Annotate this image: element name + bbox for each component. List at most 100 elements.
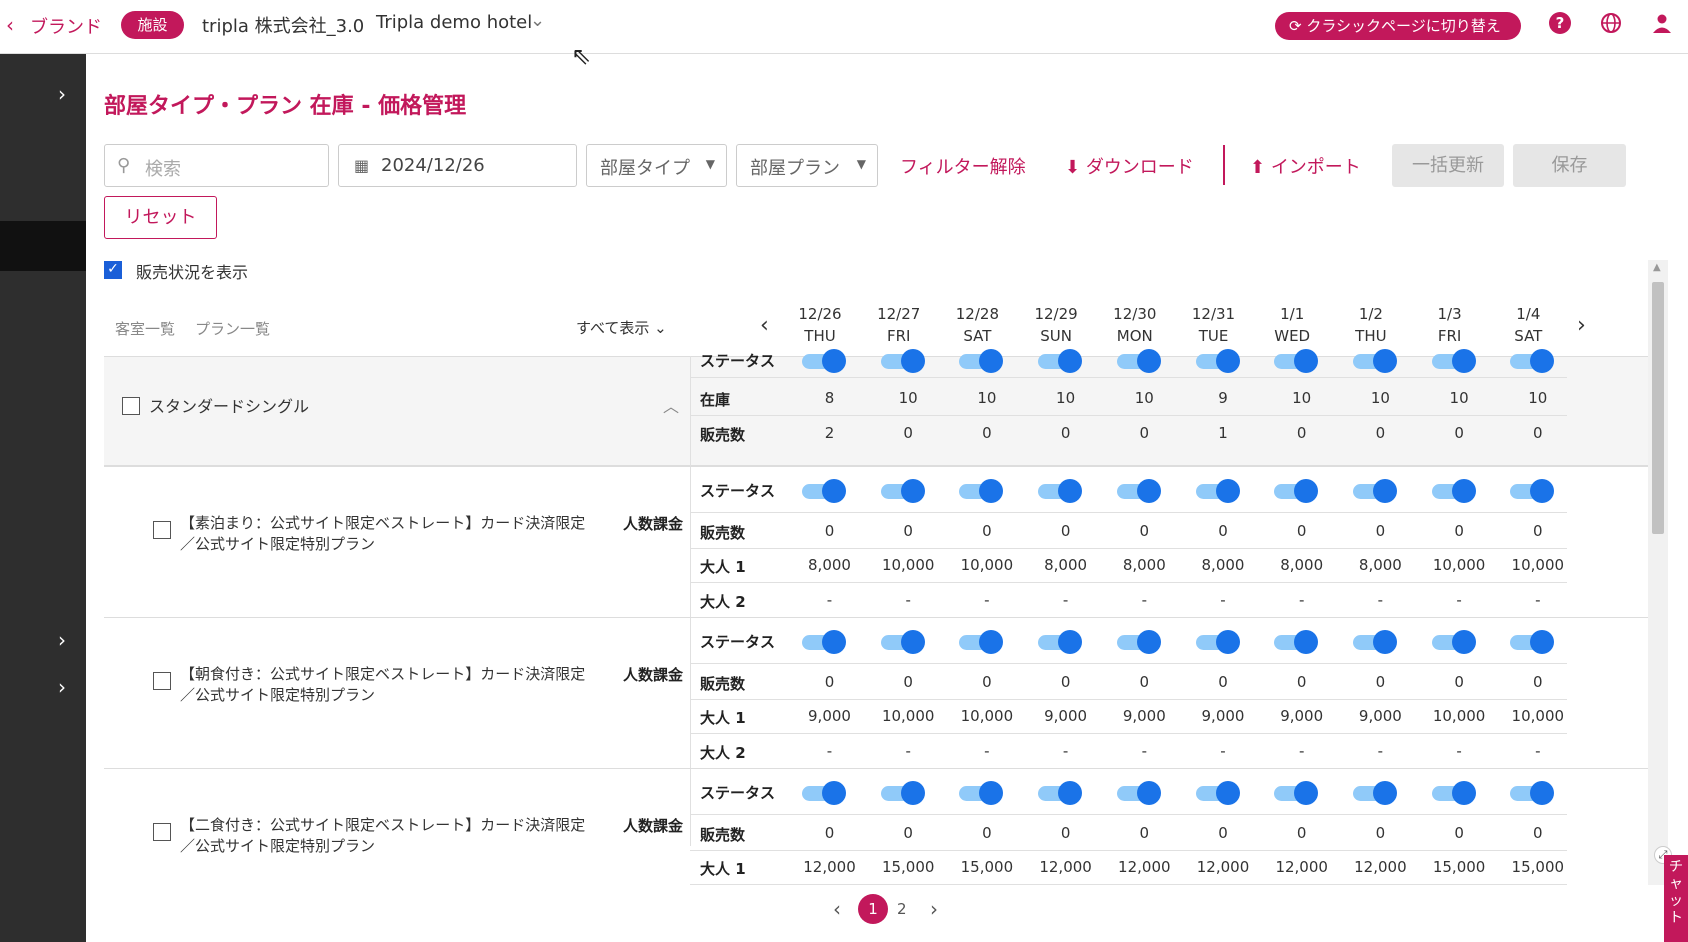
status-toggle[interactable]	[1195, 630, 1240, 654]
grid-cell[interactable]: 0	[869, 824, 948, 842]
grid-cell[interactable]: -	[1184, 591, 1263, 609]
grid-cell[interactable]: 10	[947, 389, 1026, 407]
status-toggle[interactable]	[880, 781, 925, 805]
save-button[interactable]: 保存	[1513, 144, 1626, 187]
scrollbar[interactable]: ▲	[1648, 260, 1668, 885]
status-toggle[interactable]	[1274, 630, 1319, 654]
grid-cell[interactable]: 0	[1105, 522, 1184, 540]
grid-cell[interactable]: 0	[1498, 824, 1577, 842]
grid-cell[interactable]: -	[869, 591, 948, 609]
plan-checkbox[interactable]	[153, 672, 171, 690]
hotel-selector[interactable]: Tripla demo hotel	[376, 12, 532, 33]
grid-cell[interactable]: 10,000	[947, 556, 1026, 574]
tab-room-list[interactable]: 客室一覧	[115, 318, 175, 339]
grid-cell[interactable]: 9,000	[1105, 707, 1184, 725]
grid-cell[interactable]: 0	[1262, 522, 1341, 540]
grid-cell[interactable]: 12,000	[1026, 858, 1105, 876]
grid-cell[interactable]: 0	[1341, 673, 1420, 691]
status-toggle[interactable]	[1116, 781, 1161, 805]
grid-cell[interactable]: 0	[947, 424, 1026, 442]
search-input[interactable]: ⚲ 検索	[104, 144, 329, 187]
grid-cell[interactable]: 10,000	[869, 707, 948, 725]
grid-cell[interactable]: -	[1341, 742, 1420, 760]
grid-cell[interactable]: -	[1262, 742, 1341, 760]
date-picker[interactable]: ▦ 2024/12/26	[338, 144, 577, 187]
grid-cell[interactable]: 0	[1498, 522, 1577, 540]
collapse-chevron-icon[interactable]: ︿	[663, 393, 679, 417]
user-icon[interactable]	[1651, 12, 1673, 34]
grid-cell[interactable]: 0	[1184, 673, 1263, 691]
show-sales-checkbox[interactable]: ✓	[104, 261, 122, 279]
grid-cell[interactable]: 9,000	[790, 707, 869, 725]
sidebar-chevron-icon[interactable]: ›	[58, 675, 66, 699]
next-page-icon[interactable]: ›	[930, 897, 938, 921]
plan-checkbox[interactable]	[153, 521, 171, 539]
page-current[interactable]: 1	[858, 894, 888, 924]
scroll-up-icon[interactable]: ▲	[1653, 262, 1661, 273]
grid-cell[interactable]: -	[1105, 742, 1184, 760]
grid-cell[interactable]: 0	[1184, 824, 1263, 842]
brand-link[interactable]: ブランド	[30, 13, 102, 39]
status-toggle[interactable]	[880, 630, 925, 654]
status-toggle[interactable]	[1038, 479, 1083, 503]
grid-cell[interactable]: 12,000	[1262, 858, 1341, 876]
globe-icon[interactable]	[1600, 12, 1622, 34]
status-toggle[interactable]	[880, 479, 925, 503]
grid-cell[interactable]: 0	[790, 522, 869, 540]
status-toggle[interactable]	[959, 349, 1004, 373]
grid-cell[interactable]: 0	[1105, 424, 1184, 442]
status-toggle[interactable]	[1352, 781, 1397, 805]
grid-cell[interactable]: 0	[790, 824, 869, 842]
next-dates-icon[interactable]: ›	[1577, 313, 1586, 338]
grid-cell[interactable]: 1	[1184, 424, 1263, 442]
status-toggle[interactable]	[1510, 349, 1555, 373]
grid-cell[interactable]: -	[1498, 742, 1577, 760]
classic-page-button[interactable]: ⟳ クラシックページに切り替え	[1275, 12, 1521, 40]
status-toggle[interactable]	[1038, 781, 1083, 805]
grid-cell[interactable]: 12,000	[1184, 858, 1263, 876]
status-toggle[interactable]	[1116, 630, 1161, 654]
grid-cell[interactable]: 0	[1341, 824, 1420, 842]
grid-cell[interactable]: 10	[1341, 389, 1420, 407]
status-toggle[interactable]	[1510, 630, 1555, 654]
grid-cell[interactable]: 10	[869, 389, 948, 407]
grid-cell[interactable]: 10	[1420, 389, 1499, 407]
status-toggle[interactable]	[1352, 479, 1397, 503]
status-toggle[interactable]	[1038, 630, 1083, 654]
help-icon[interactable]: ?	[1549, 12, 1571, 34]
grid-cell[interactable]: 0	[947, 824, 1026, 842]
grid-cell[interactable]: 9,000	[1184, 707, 1263, 725]
status-toggle[interactable]	[1431, 630, 1476, 654]
plan-checkbox[interactable]	[153, 823, 171, 841]
grid-cell[interactable]: -	[1184, 742, 1263, 760]
grid-cell[interactable]: 0	[1262, 824, 1341, 842]
grid-cell[interactable]: 15,000	[1420, 858, 1499, 876]
grid-cell[interactable]: 0	[1026, 673, 1105, 691]
grid-cell[interactable]: 10,000	[947, 707, 1026, 725]
grid-cell[interactable]: 12,000	[790, 858, 869, 876]
grid-cell[interactable]: -	[790, 591, 869, 609]
status-toggle[interactable]	[1510, 781, 1555, 805]
grid-cell[interactable]: 0	[1262, 424, 1341, 442]
grid-cell[interactable]: 8,000	[1184, 556, 1263, 574]
grid-cell[interactable]: -	[1498, 591, 1577, 609]
status-toggle[interactable]	[1195, 479, 1240, 503]
grid-cell[interactable]: -	[1341, 591, 1420, 609]
status-toggle[interactable]	[1038, 349, 1083, 373]
grid-cell[interactable]: -	[790, 742, 869, 760]
grid-cell[interactable]: 10,000	[1420, 556, 1499, 574]
grid-cell[interactable]: 9,000	[1026, 707, 1105, 725]
grid-cell[interactable]: 9,000	[1262, 707, 1341, 725]
status-toggle[interactable]	[1116, 349, 1161, 373]
status-toggle[interactable]	[1116, 479, 1161, 503]
status-toggle[interactable]	[802, 349, 846, 373]
grid-cell[interactable]: 0	[1105, 673, 1184, 691]
grid-cell[interactable]: 0	[1105, 824, 1184, 842]
status-toggle[interactable]	[1195, 349, 1240, 373]
status-toggle[interactable]	[1431, 781, 1476, 805]
status-toggle[interactable]	[1510, 479, 1555, 503]
grid-cell[interactable]: 10,000	[1420, 707, 1499, 725]
grid-cell[interactable]: -	[947, 591, 1026, 609]
status-toggle[interactable]	[1352, 630, 1397, 654]
grid-cell[interactable]: -	[1026, 591, 1105, 609]
